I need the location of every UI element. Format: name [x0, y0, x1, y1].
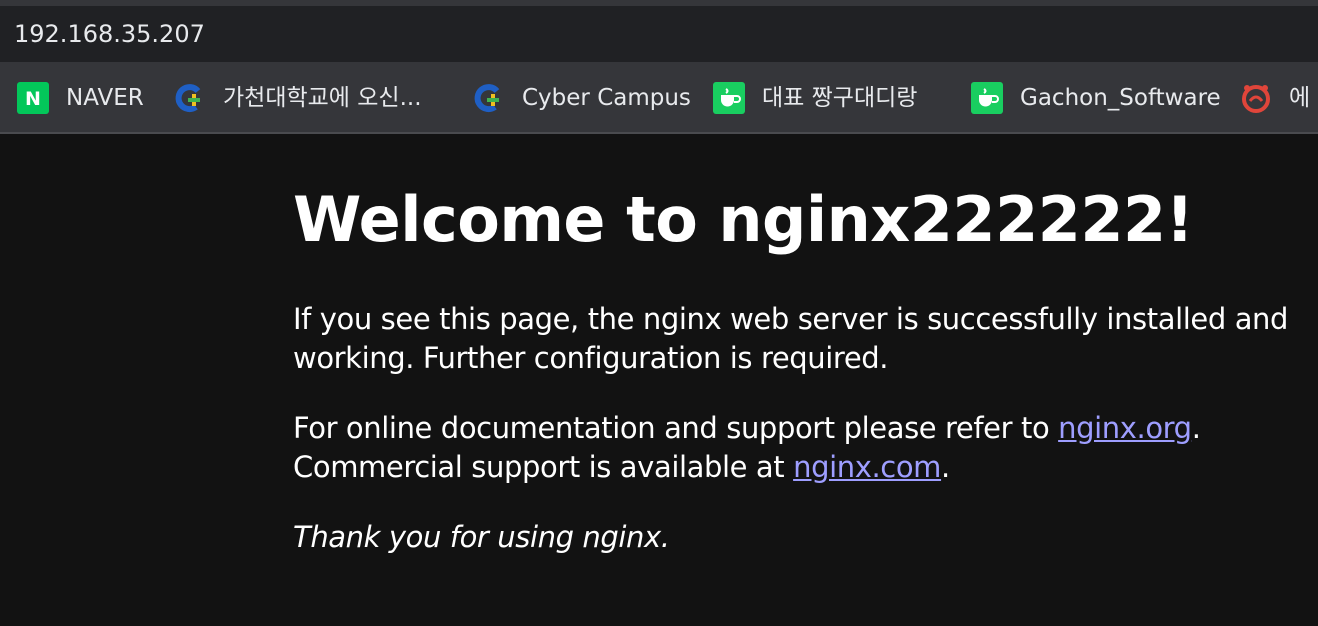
kakao-cup-icon	[713, 82, 745, 114]
period: .	[941, 450, 950, 484]
install-message: If you see this page, the nginx web serv…	[293, 302, 1289, 375]
red-alarm-icon	[1240, 82, 1272, 114]
gachon-icon	[174, 82, 206, 114]
nginx-welcome: Welcome to nginx222222! If you see this …	[293, 180, 1303, 557]
bookmark-truncated[interactable]: 에	[1240, 82, 1310, 114]
address-bar[interactable]: 192.168.35.207	[0, 6, 1318, 62]
nginx-com-link[interactable]: nginx.com	[793, 450, 941, 484]
bookmark-daepyo[interactable]: 대표 짱구대디랑	[713, 82, 917, 114]
bookmark-label: NAVER	[66, 85, 144, 111]
support-message: For online documentation and support ple…	[293, 409, 1303, 487]
page-title: Welcome to nginx222222!	[293, 183, 1194, 256]
page-content: Welcome to nginx222222! If you see this …	[0, 136, 1318, 626]
period: .	[1191, 411, 1201, 445]
support-text: For online documentation and support ple…	[293, 411, 1059, 445]
bookmark-label: 대표 짱구대디랑	[762, 85, 918, 111]
thank-you-message: Thank you for using nginx.	[293, 520, 670, 554]
naver-icon: N	[17, 82, 49, 114]
commercial-text: Commercial support is available at	[293, 450, 794, 484]
bookmark-label: 가천대학교에 오신...	[223, 85, 422, 111]
bookmark-label: Gachon_Software	[1020, 85, 1221, 111]
bookmark-gachon-welcome[interactable]: 가천대학교에 오신...	[174, 82, 422, 114]
bookmark-label: 에	[1289, 85, 1311, 111]
kakao-cup-icon	[971, 82, 1003, 114]
gachon-icon	[473, 82, 505, 114]
url-text[interactable]: 192.168.35.207	[14, 19, 205, 49]
svg-text:N: N	[25, 88, 41, 110]
bookmark-gachon-software[interactable]: Gachon_Software	[971, 82, 1221, 114]
bookmark-cyber-campus[interactable]: Cyber Campus	[473, 82, 691, 114]
bookmarks-bar: N NAVER 가천대학교에 오신... Cyber Campus 대표 짱구대…	[0, 62, 1318, 134]
nginx-org-link[interactable]: nginx.org	[1058, 411, 1192, 445]
bookmark-label: Cyber Campus	[522, 85, 691, 111]
bookmark-naver[interactable]: N NAVER	[17, 82, 144, 114]
